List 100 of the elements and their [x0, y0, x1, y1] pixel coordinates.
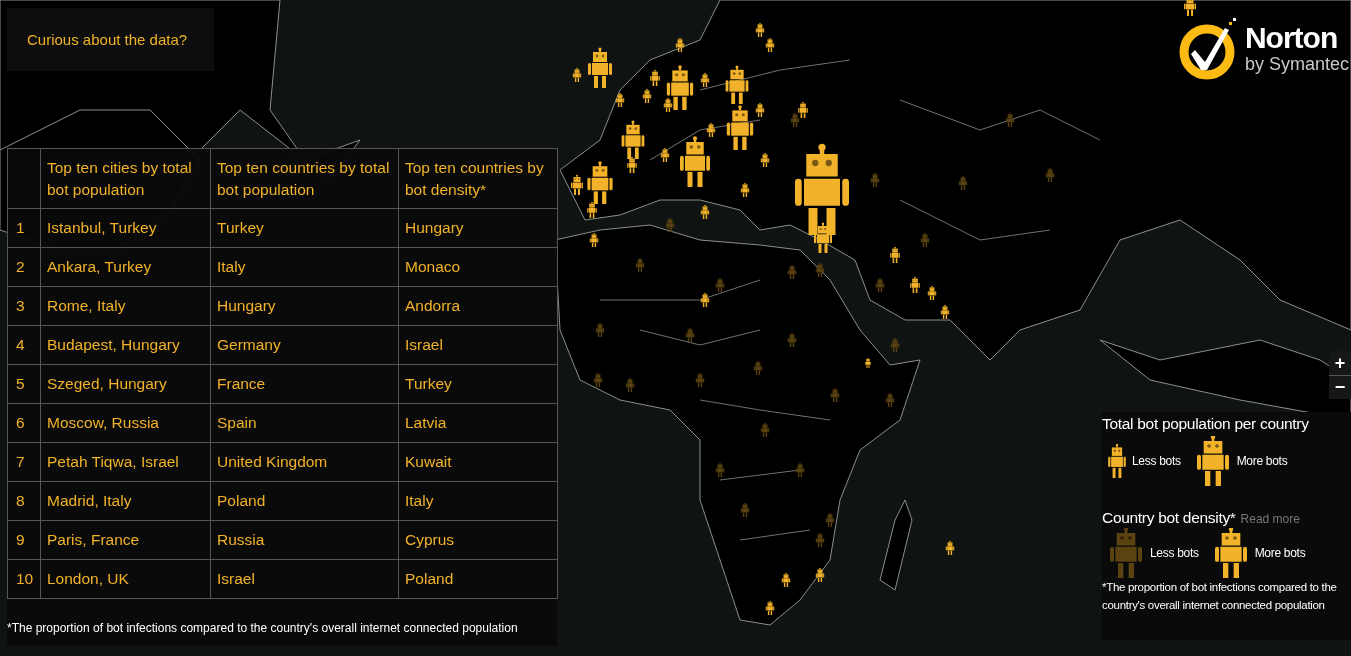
table-cell: Rome, Italy [40, 286, 211, 326]
table-cell: Andorra [398, 286, 558, 326]
robot-marker-icon [920, 232, 930, 247]
rank-cell: 2 [7, 247, 41, 287]
table-cell: Paris, France [40, 520, 211, 560]
robot-marker-icon [695, 372, 705, 387]
table-cell: Szeged, Hungary [40, 364, 211, 404]
column-header: Top ten countries by bot density* [398, 148, 558, 209]
robot-marker-icon [958, 175, 968, 190]
robot-marker-icon [675, 37, 685, 52]
robot-marker-icon [740, 502, 750, 517]
legend-title: Total bot population per country [1102, 414, 1310, 434]
robot-marker-icon [875, 277, 885, 292]
table-cell: Moscow, Russia [40, 403, 211, 443]
robot-marker-icon [760, 422, 770, 437]
table-cell: United Kingdom [210, 442, 399, 482]
table-cell: Ankara, Turkey [40, 247, 211, 287]
robot-marker-icon [700, 72, 710, 87]
table-cell: Madrid, Italy [40, 481, 211, 521]
rank-cell: 6 [7, 403, 41, 443]
rank-cell: 8 [7, 481, 41, 521]
robot-marker-icon [715, 277, 725, 292]
robot-marker-icon [1005, 112, 1015, 127]
robot-marker-icon [790, 112, 800, 127]
table-cell: Poland [210, 481, 399, 521]
robot-marker-icon [753, 360, 763, 375]
robot-marker-icon [765, 600, 775, 615]
legend-label: Less bots [1150, 546, 1199, 560]
robot-marker-icon [700, 292, 710, 307]
robot-marker-icon [945, 540, 955, 555]
table-cell: Budapest, Hungary [40, 325, 211, 365]
brand-name: Norton [1244, 22, 1339, 54]
robot-marker-icon [940, 304, 950, 319]
table-cell: Petah Tiqwa, Israel [40, 442, 211, 482]
rank-cell: 10 [7, 559, 41, 599]
table-cell: Latvia [398, 403, 558, 443]
table-cell: Italy [398, 481, 558, 521]
table-cell: London, UK [40, 559, 211, 599]
robot-marker-icon [635, 257, 645, 272]
table-cell: Turkey [210, 208, 399, 248]
column-header: Top ten countries by total bot population [210, 148, 399, 209]
robot-marker-icon [660, 147, 670, 162]
robot-marker-icon [815, 532, 825, 547]
legend-label: More bots [1236, 454, 1288, 468]
robot-marker-icon [1045, 167, 1055, 182]
robot-marker-icon [870, 172, 880, 187]
curious-about-data-button[interactable]: Curious about the data? [7, 8, 214, 71]
rank-cell: 9 [7, 520, 41, 560]
table-cell: Turkey [398, 364, 558, 404]
table-cell: Hungary [210, 286, 399, 326]
robot-marker-icon [825, 512, 835, 527]
robot-marker-icon [755, 22, 765, 37]
legend-title: Country bot density* [1102, 508, 1236, 528]
robot-marker-icon [595, 322, 605, 337]
table-cell: Israel [210, 559, 399, 599]
robot-marker-icon [740, 182, 750, 197]
robot-marker-icon [760, 152, 770, 167]
robot-marker-icon [798, 101, 808, 118]
robot-marker-icon [890, 337, 900, 352]
rank-cell: 5 [7, 364, 41, 404]
robot-marker-icon [795, 462, 805, 477]
robot-marker-icon [885, 392, 895, 407]
robot-marker-icon [815, 262, 825, 277]
robot-marker-icon [685, 327, 695, 342]
robot-marker-icon [571, 174, 583, 195]
rank-cell: 7 [7, 442, 41, 482]
column-header: Top ten cities by total bot population [40, 148, 211, 209]
robot-marker-icon [715, 462, 725, 477]
table-cell: Italy [210, 247, 399, 287]
zoom-out-button[interactable]: − [1329, 375, 1351, 399]
table-cell: Monaco [398, 247, 558, 287]
table-cell: Hungary [398, 208, 558, 248]
robot-marker-icon [787, 332, 797, 347]
rank-cell: 4 [7, 325, 41, 365]
table-cell: France [210, 364, 399, 404]
rank-cell: 3 [7, 286, 41, 326]
table-cell: Spain [210, 403, 399, 443]
table-cell: Russia [210, 520, 399, 560]
table-cell: Istanbul, Turkey [40, 208, 211, 248]
table-cell: Israel [398, 325, 558, 365]
table-header-cell [7, 148, 41, 209]
read-more-link[interactable]: Read more [1240, 512, 1300, 526]
robot-marker-icon [572, 67, 582, 82]
robot-marker-icon [589, 232, 599, 247]
robot-marker-icon [593, 372, 603, 387]
robot-marker-icon [725, 65, 749, 104]
robot-marker-icon [700, 204, 710, 219]
legend-label: Less bots [1132, 454, 1181, 468]
robot-marker-icon [625, 377, 635, 392]
robot-marker-icon [765, 37, 775, 52]
robot-marker-icon [927, 285, 937, 300]
robot-marker-icon [588, 47, 612, 88]
brand-tagline: by Symantec [1244, 54, 1349, 74]
robot-marker-icon [787, 264, 797, 279]
robot-marker-icon [865, 357, 871, 368]
legend-label: More bots [1254, 546, 1306, 560]
robot-marker-icon [650, 69, 660, 86]
robot-marker-icon [910, 276, 920, 293]
robot-marker-icon [781, 572, 791, 587]
table-cell: Kuwait [398, 442, 558, 482]
